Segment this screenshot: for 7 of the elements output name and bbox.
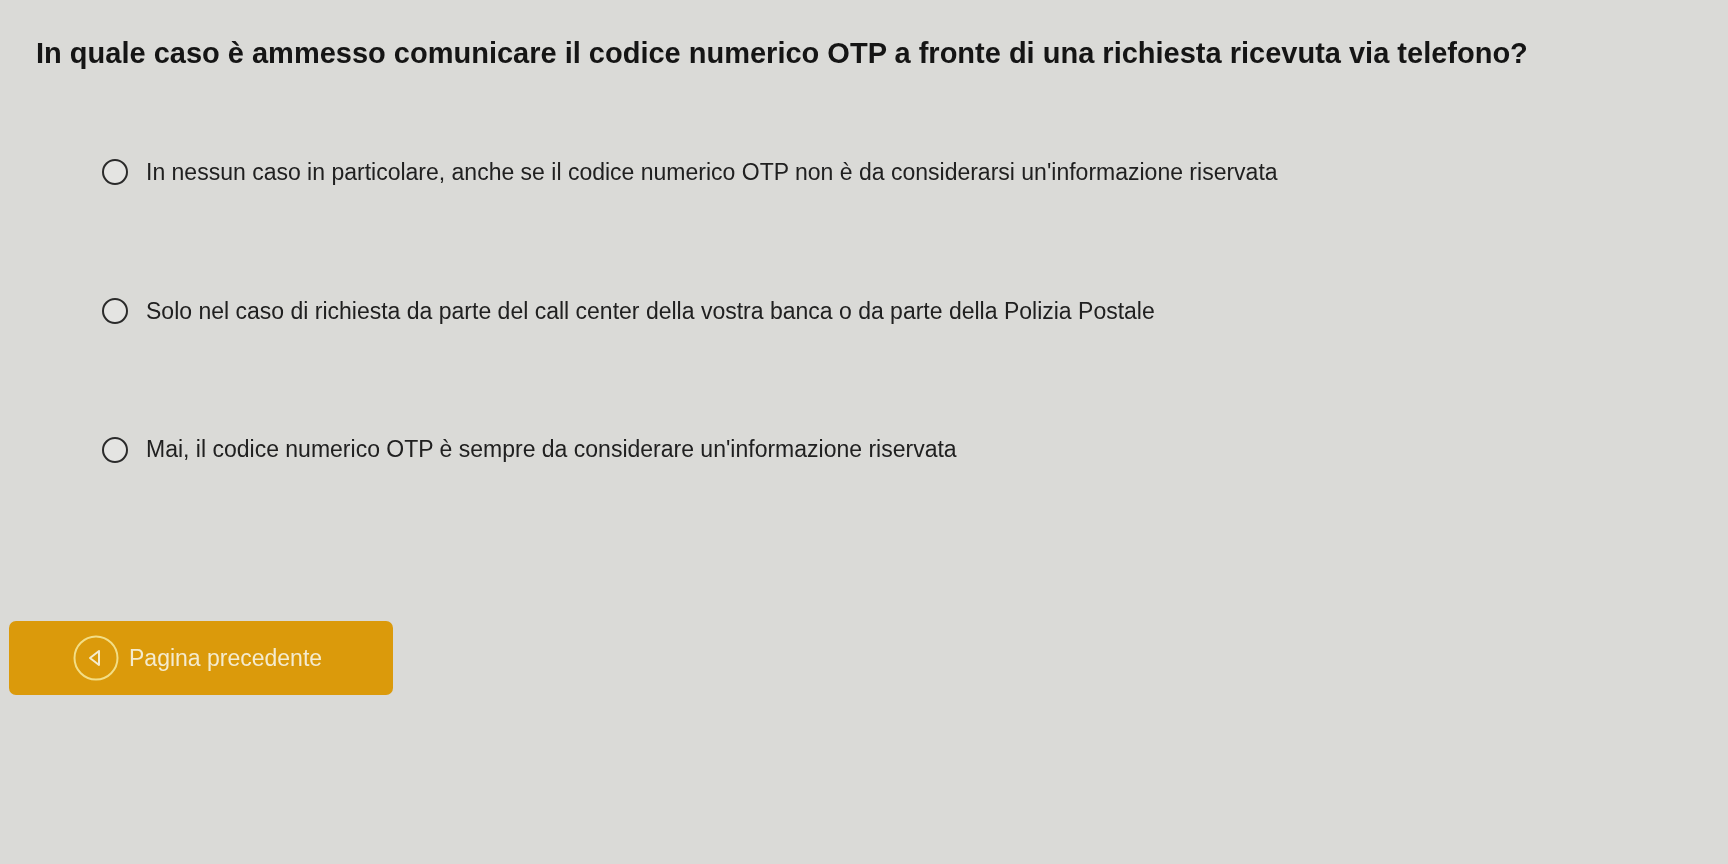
option-label[interactable]: In nessun caso in particolare, anche se il codice numerico OTP non è da considerarsi un'informazione riservata	[146, 157, 1278, 187]
radio-button[interactable]	[102, 436, 128, 463]
option-label[interactable]: Solo nel caso di richiesta da parte del call center della vostra banca o da parte della Polizia Postale	[146, 296, 1155, 326]
option-label[interactable]: Mai, il codice numerico OTP è sempre da considerare un'informazione riservata	[146, 435, 957, 465]
question-text: In quale caso è ammesso comunicare il codice numerico OTP a fronte di una richiesta ricevuta via telefono?	[36, 36, 1529, 71]
radio-button[interactable]	[102, 159, 128, 186]
radio-button[interactable]	[102, 297, 128, 324]
